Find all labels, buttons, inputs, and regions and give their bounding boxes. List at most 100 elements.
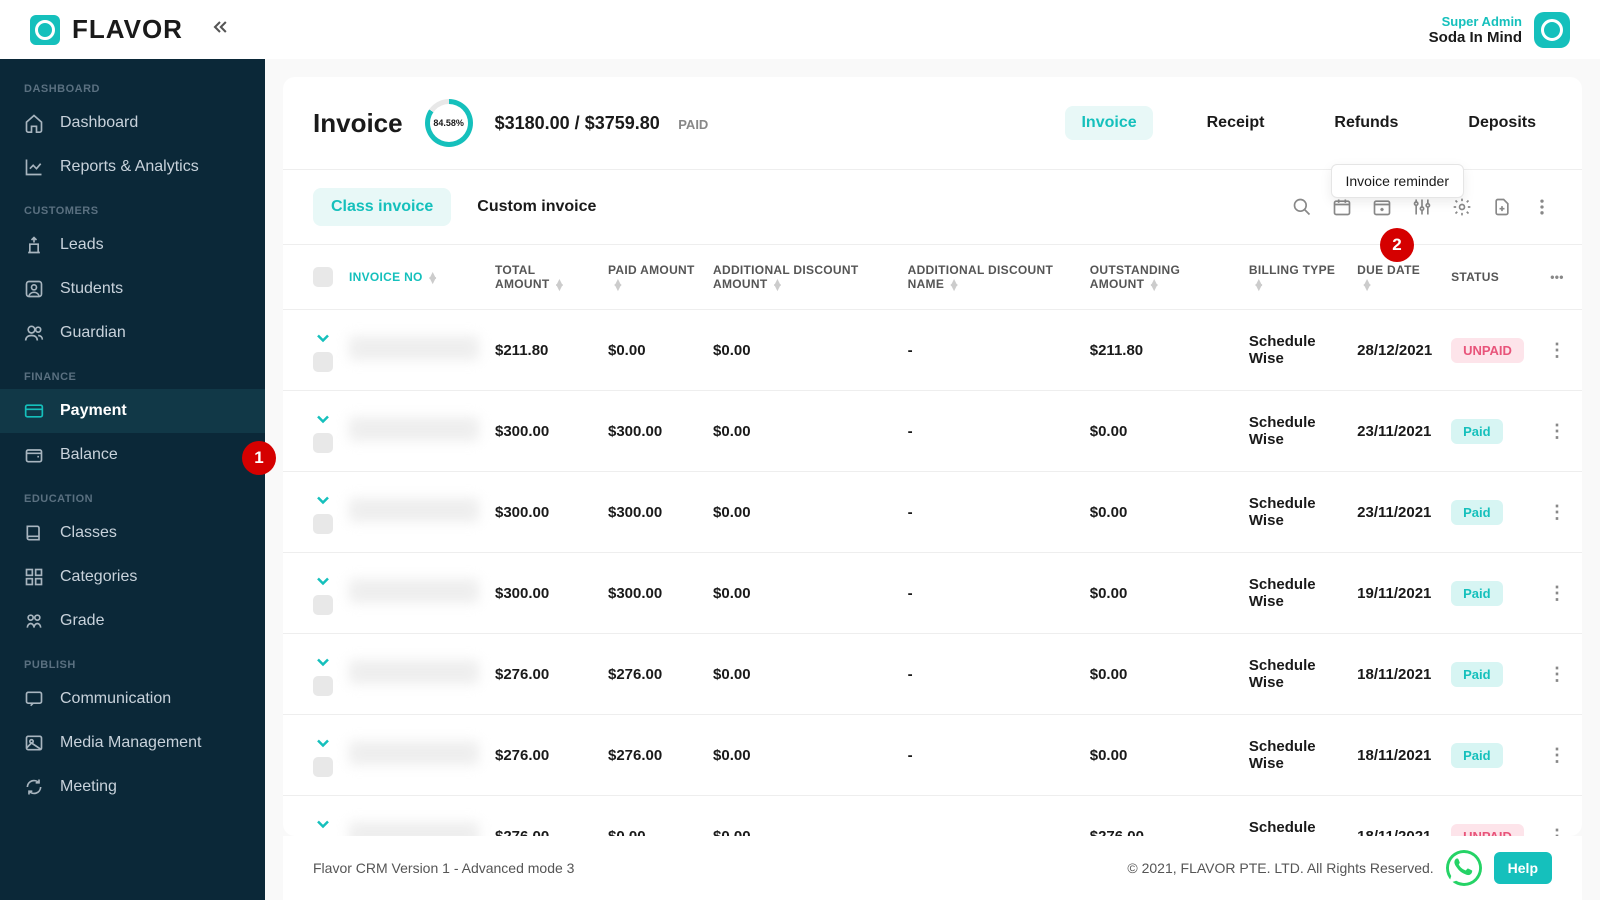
sidebar-item-meeting[interactable]: Meeting: [0, 765, 265, 809]
table-row: $276.00$276.00$0.00-$0.00Schedule Wise18…: [283, 634, 1582, 715]
sidebar-item-students[interactable]: Students: [0, 267, 265, 311]
column-status[interactable]: STATUS: [1443, 245, 1532, 310]
column-outstanding-amount[interactable]: OUTSTANDING AMOUNT▲▼: [1082, 245, 1241, 310]
column-total-amount[interactable]: TOTAL AMOUNT▲▼: [487, 245, 600, 310]
table-row: $211.80$0.00$0.00-$211.80Schedule Wise28…: [283, 310, 1582, 391]
more-icon[interactable]: [1532, 197, 1552, 217]
sidebar-item-label: Categories: [60, 568, 137, 586]
cell-paid: $0.00: [600, 796, 705, 837]
cell-billing: Schedule Wise: [1241, 472, 1349, 553]
cell-paid: $276.00: [600, 715, 705, 796]
row-menu-button[interactable]: ⋮: [1532, 310, 1582, 391]
invoice-header: Invoice 84.58% $3180.00 / $3759.80 PAID …: [283, 77, 1582, 170]
row-checkbox[interactable]: [313, 433, 333, 453]
column-additional-discount-amount[interactable]: ADDITIONAL DISCOUNT AMOUNT▲▼: [705, 245, 900, 310]
row-checkbox[interactable]: [313, 676, 333, 696]
row-menu-button[interactable]: ⋮: [1532, 634, 1582, 715]
row-menu-button[interactable]: ⋮: [1532, 796, 1582, 837]
sidebar-item-categories[interactable]: Categories: [0, 555, 265, 599]
cell-billing: Schedule Wise: [1241, 796, 1349, 837]
sidebar-item-reports-&-analytics[interactable]: Reports & Analytics: [0, 145, 265, 189]
sidebar-item-label: Dashboard: [60, 114, 138, 132]
paid-progress-ring: 84.58%: [425, 99, 473, 147]
gear-icon[interactable]: [1452, 197, 1472, 217]
reminder-icon[interactable]: [1372, 197, 1392, 217]
row-menu-button[interactable]: ⋮: [1532, 472, 1582, 553]
user-menu[interactable]: Super Admin Soda In Mind: [1429, 12, 1570, 48]
sidebar-item-label: Students: [60, 280, 123, 298]
invoice-type-tabs: Class invoiceCustom invoice: [313, 188, 614, 226]
export-icon[interactable]: [1492, 197, 1512, 217]
cell-discount-amt: $0.00: [705, 796, 900, 837]
tab-invoice[interactable]: Invoice: [1065, 106, 1152, 140]
sidebar-item-communication[interactable]: Communication: [0, 677, 265, 721]
subtab-class-invoice[interactable]: Class invoice: [313, 188, 451, 226]
help-button[interactable]: Help: [1494, 852, 1552, 884]
invoice-no-blurred: [349, 741, 479, 765]
cell-paid: $300.00: [600, 472, 705, 553]
cell-discount-name: -: [900, 391, 1082, 472]
cell-billing: Schedule Wise: [1241, 310, 1349, 391]
sidebar-item-label: Classes: [60, 524, 117, 542]
cell-due: 18/11/2021: [1349, 634, 1443, 715]
sidebar-item-leads[interactable]: Leads: [0, 223, 265, 267]
filter-icon[interactable]: [1412, 197, 1432, 217]
row-menu-button[interactable]: ⋮: [1532, 553, 1582, 634]
sidebar-item-guardian[interactable]: Guardian: [0, 311, 265, 355]
tab-receipt[interactable]: Receipt: [1191, 106, 1281, 140]
sidebar-item-payment[interactable]: Payment: [0, 389, 265, 433]
expand-row-icon[interactable]: [313, 416, 333, 433]
row-checkbox[interactable]: [313, 514, 333, 534]
subtab-custom-invoice[interactable]: Custom invoice: [459, 188, 614, 226]
whatsapp-button[interactable]: [1446, 850, 1482, 886]
footer-version: Flavor CRM Version 1 - Advanced mode 3: [313, 860, 574, 876]
column-additional-discount-name[interactable]: ADDITIONAL DISCOUNT NAME▲▼: [900, 245, 1082, 310]
expand-row-icon[interactable]: [313, 740, 333, 757]
sidebar-item-dashboard[interactable]: Dashboard: [0, 101, 265, 145]
tab-refunds[interactable]: Refunds: [1318, 106, 1414, 140]
search-icon[interactable]: [1292, 197, 1312, 217]
cell-paid: $0.00: [600, 310, 705, 391]
app-footer: Flavor CRM Version 1 - Advanced mode 3 ©…: [283, 836, 1582, 900]
sidebar-collapse-button[interactable]: [210, 17, 230, 42]
expand-row-icon[interactable]: [313, 578, 333, 595]
annotation-marker-1: 1: [242, 441, 276, 475]
sidebar-item-grade[interactable]: Grade: [0, 599, 265, 643]
expand-row-icon[interactable]: [313, 335, 333, 352]
page-title: Invoice: [313, 108, 403, 139]
calendar-icon[interactable]: [1332, 197, 1352, 217]
expand-row-icon[interactable]: [313, 497, 333, 514]
sidebar-section-title: CUSTOMERS: [0, 189, 265, 223]
cell-total: $300.00: [487, 391, 600, 472]
sort-icon: ▲▼: [948, 280, 960, 290]
row-checkbox[interactable]: [313, 595, 333, 615]
home-icon: [24, 113, 44, 133]
sort-icon: ▲▼: [1148, 280, 1160, 290]
sort-icon: ▲▼: [1361, 280, 1373, 290]
cell-billing: Schedule Wise: [1241, 715, 1349, 796]
sidebar-item-label: Meeting: [60, 778, 117, 796]
tab-deposits[interactable]: Deposits: [1452, 106, 1552, 140]
row-checkbox[interactable]: [313, 757, 333, 777]
row-checkbox[interactable]: [313, 352, 333, 372]
sidebar-item-balance[interactable]: Balance: [0, 433, 265, 477]
sidebar-item-media-management[interactable]: Media Management: [0, 721, 265, 765]
cell-total: $300.00: [487, 472, 600, 553]
cell-outstanding: $0.00: [1082, 391, 1241, 472]
grade-icon: [24, 611, 44, 631]
column-billing-type[interactable]: BILLING TYPE▲▼: [1241, 245, 1349, 310]
sidebar-item-label: Balance: [60, 446, 118, 464]
column-invoice-no[interactable]: INVOICE NO▲▼: [341, 245, 487, 310]
invoice-no-blurred: [349, 417, 479, 441]
expand-row-icon[interactable]: [313, 659, 333, 676]
select-all-checkbox[interactable]: [313, 267, 333, 287]
row-menu-button[interactable]: ⋮: [1532, 715, 1582, 796]
sidebar-item-classes[interactable]: Classes: [0, 511, 265, 555]
row-menu-button[interactable]: ⋮: [1532, 391, 1582, 472]
expand-row-icon[interactable]: [313, 821, 333, 836]
status-badge: Paid: [1451, 743, 1502, 768]
table-row: $300.00$300.00$0.00-$0.00Schedule Wise19…: [283, 553, 1582, 634]
cell-total: $211.80: [487, 310, 600, 391]
column-paid-amount[interactable]: PAID AMOUNT▲▼: [600, 245, 705, 310]
reminder-tooltip: Invoice reminder: [1331, 164, 1465, 198]
